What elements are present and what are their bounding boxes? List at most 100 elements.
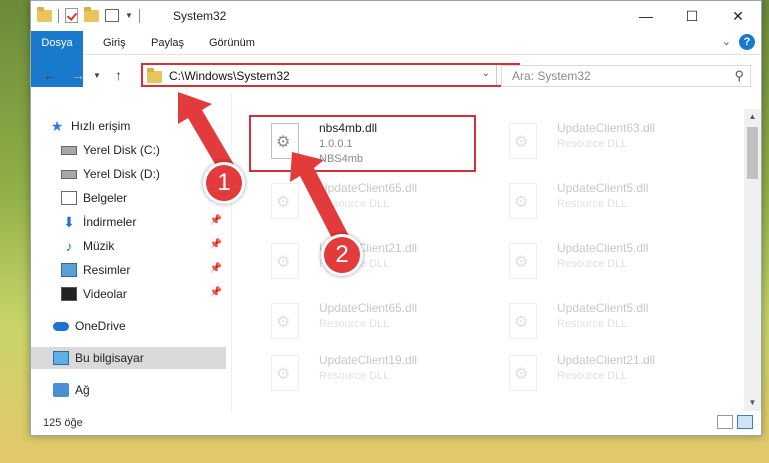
address-bar[interactable]: C:\Windows\System32 ⌄ ↻ — [141, 63, 520, 87]
sidebar-item-pictures[interactable]: Resimler 📌 — [31, 259, 226, 281]
dll-file-icon — [271, 183, 299, 219]
file-description: Resource DLL — [557, 198, 628, 210]
sidebar-item-quick-access[interactable]: ★ Hızlı erişim — [31, 115, 226, 137]
step-badge-1: 1 — [203, 162, 245, 204]
sidebar-item-drive-d[interactable]: Yerel Disk (D:) 📌 — [31, 163, 226, 185]
file-description: Resource DLL — [557, 318, 628, 330]
back-arrow-icon[interactable]: ← — [43, 67, 57, 83]
file-description: Resource DLL — [319, 370, 390, 382]
file-item[interactable]: UpdateClient65.dll Resource DLL — [251, 295, 481, 351]
sidebar-item-label: Müzik — [83, 239, 115, 253]
file-name: UpdateClient19.dll — [319, 353, 418, 367]
help-icon[interactable]: ? — [739, 34, 755, 50]
sidebar-item-label: Hızlı erişim — [71, 119, 131, 133]
status-bar: 125 öğe — [31, 411, 761, 435]
expand-ribbon-icon[interactable]: ⌄ — [722, 35, 731, 48]
file-item[interactable]: UpdateClient19.dll Resource DLL — [251, 347, 481, 399]
file-name: UpdateClient5.dll — [557, 301, 649, 315]
film-icon — [61, 287, 77, 301]
dll-file-icon — [271, 303, 299, 339]
ribbon: Dosya Giriş Paylaş Görünüm ⌄ ? — [31, 31, 761, 87]
pictures-icon — [61, 263, 77, 277]
dll-file-icon — [509, 243, 537, 279]
sidebar-item-label: İndirmeler — [83, 215, 137, 229]
scroll-thumb[interactable] — [747, 127, 758, 179]
highlight-box — [249, 115, 476, 172]
folder-icon — [37, 6, 52, 22]
file-description: Resource DLL — [557, 370, 628, 382]
scroll-up-icon[interactable]: ▲ — [744, 109, 761, 125]
file-item[interactable]: UpdateClient63.dll Resource DLL — [489, 115, 719, 171]
customize-toolbar-icon[interactable] — [105, 9, 119, 22]
vertical-scrollbar[interactable]: ▲ ▼ — [744, 109, 761, 411]
view-toggle — [717, 415, 753, 429]
drive-icon — [61, 169, 77, 179]
documents-icon — [61, 191, 77, 205]
file-item[interactable]: UpdateClient65.dll Resource DLL — [251, 175, 481, 231]
computer-icon — [53, 351, 69, 365]
tiles-view-icon[interactable] — [737, 415, 753, 429]
properties-check-icon[interactable] — [65, 8, 78, 23]
file-description: Resource DLL — [557, 258, 628, 270]
search-placeholder: Ara: System32 — [512, 69, 591, 83]
divider — [58, 8, 59, 23]
pin-icon[interactable]: 📌 — [210, 287, 222, 298]
address-path[interactable]: C:\Windows\System32 — [169, 69, 290, 83]
file-item[interactable]: UpdateClient5.dll Resource DLL — [489, 295, 719, 351]
maximize-button[interactable]: ☐ — [669, 1, 715, 31]
minimize-button[interactable]: — — [623, 1, 669, 31]
dll-file-icon — [509, 123, 537, 159]
tab-share[interactable]: Paylaş — [151, 31, 184, 55]
sidebar-item-documents[interactable]: Belgeler 📌 — [31, 187, 226, 209]
sidebar-item-label: Resimler — [83, 263, 131, 277]
sidebar-item-label: Bu bilgisayar — [75, 351, 144, 365]
sidebar-item-onedrive[interactable]: OneDrive — [31, 315, 226, 337]
navigation-bar: ← → ▼ ↑ C:\Windows\System32 ⌄ ↻ Ara: Sys… — [31, 57, 761, 93]
sidebar-item-downloads[interactable]: ⬇ İndirmeler 📌 — [31, 211, 226, 233]
sidebar-item-music[interactable]: ♪ Müzik 📌 — [31, 235, 226, 257]
address-dropdown-icon[interactable]: ⌄ — [482, 68, 490, 79]
forward-arrow-icon[interactable]: → — [71, 67, 85, 83]
search-icon[interactable]: ⚲ — [734, 68, 744, 84]
sidebar-item-this-pc[interactable]: Bu bilgisayar — [31, 347, 226, 369]
file-name: UpdateClient63.dll — [557, 121, 656, 135]
dll-file-icon — [271, 243, 299, 279]
pin-icon[interactable]: 📌 — [210, 239, 222, 250]
sidebar-item-label: Videolar — [83, 287, 127, 301]
folder-icon — [147, 68, 162, 83]
window-title: System32 — [173, 9, 227, 23]
file-list: nbs4mb.dll 1.0.0.1 NBS4mb UpdateClient63… — [231, 109, 744, 399]
file-item[interactable]: UpdateClient5.dll Resource DLL — [489, 175, 719, 231]
sidebar-item-label: Belgeler — [83, 191, 128, 205]
pin-icon[interactable]: 📌 — [210, 263, 222, 274]
download-arrow-icon: ⬇ — [63, 214, 75, 230]
pin-icon[interactable]: 📌 — [210, 143, 222, 154]
divider — [138, 8, 140, 23]
details-view-icon[interactable] — [717, 415, 733, 429]
pin-icon[interactable]: 📌 — [210, 215, 222, 226]
step-badge-2: 2 — [321, 234, 363, 276]
sidebar-item-label: OneDrive — [75, 319, 126, 333]
recent-locations-icon[interactable]: ▼ — [93, 71, 101, 80]
item-count: 125 öğe — [43, 417, 83, 429]
up-arrow-icon[interactable]: ↑ — [115, 67, 122, 83]
customize-dropdown-icon[interactable]: ▼ — [125, 11, 133, 20]
tab-home[interactable]: Giriş — [103, 31, 126, 55]
tab-view[interactable]: Görünüm — [209, 31, 255, 55]
navigation-pane: ★ Hızlı erişim Yerel Disk (C:) 📌 Yerel D… — [31, 109, 226, 409]
file-description: Resource DLL — [557, 138, 628, 150]
file-name: UpdateClient5.dll — [557, 181, 649, 195]
network-icon — [53, 383, 69, 397]
scroll-down-icon[interactable]: ▼ — [744, 395, 761, 411]
file-item[interactable]: UpdateClient5.dll Resource DLL — [489, 235, 719, 291]
sidebar-item-label: Ağ — [75, 383, 90, 397]
close-button[interactable]: ✕ — [715, 1, 761, 31]
sidebar-item-label: Yerel Disk (C:) — [83, 143, 160, 157]
file-item[interactable]: UpdateClient21.dll Resource DLL — [251, 235, 481, 291]
file-item[interactable]: UpdateClient21.dll Resource DLL — [489, 347, 719, 399]
search-input[interactable]: Ara: System32 ⚲ — [501, 65, 751, 87]
sidebar-item-network[interactable]: Ağ — [31, 379, 226, 401]
new-folder-icon[interactable] — [84, 6, 99, 22]
sidebar-item-drive-c[interactable]: Yerel Disk (C:) 📌 — [31, 139, 226, 161]
sidebar-item-videos[interactable]: Videolar 📌 — [31, 283, 226, 305]
